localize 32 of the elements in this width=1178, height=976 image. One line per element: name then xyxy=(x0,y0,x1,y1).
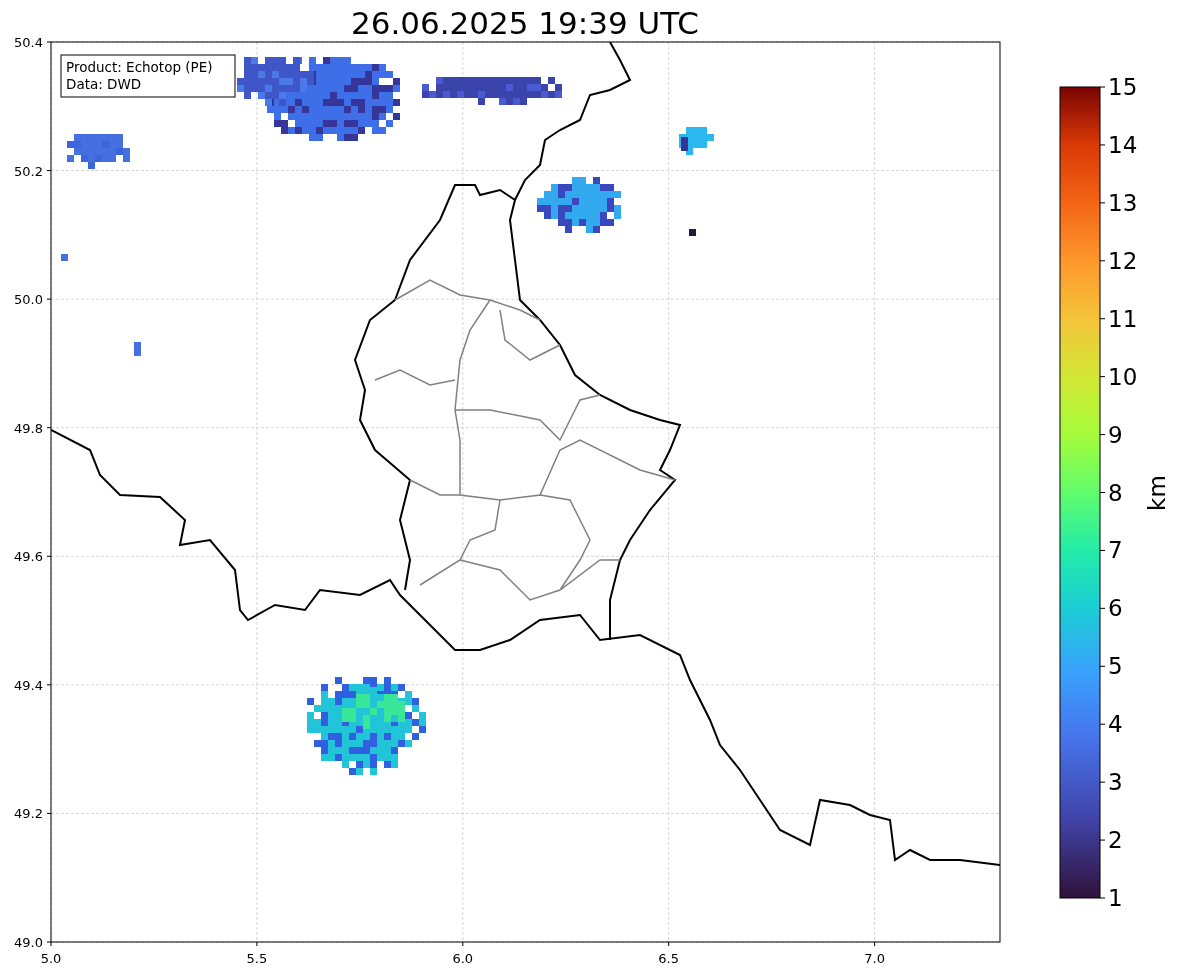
y-tick-label: 49.6 xyxy=(14,549,43,565)
y-tick-label: 49.8 xyxy=(14,420,43,436)
colorbar-tick-label: 8 xyxy=(1108,479,1123,506)
colorbar-tick-label: 9 xyxy=(1108,421,1123,448)
colorbar-tick-label: 6 xyxy=(1108,595,1123,622)
x-tick-label: 7.0 xyxy=(864,951,885,966)
chart-title: 26.06.2025 19:39 UTC xyxy=(351,5,699,41)
y-tick-label: 49.0 xyxy=(14,935,43,950)
x-tick-label: 6.5 xyxy=(658,951,680,966)
colorbar-tick-label: 1 xyxy=(1108,885,1123,911)
colorbar-tick-label: 5 xyxy=(1108,653,1123,680)
colorbar-tick-label: 4 xyxy=(1108,711,1123,738)
colorbar-tick-label: 2 xyxy=(1108,827,1123,854)
y-tick-label: 50.2 xyxy=(14,163,43,179)
info-text: Data: DWD xyxy=(66,76,142,92)
y-tick-label: 50.0 xyxy=(14,292,43,308)
info-text: Product: Echotop (PE) xyxy=(66,59,213,75)
colorbar-tick-label: 15 xyxy=(1108,74,1138,100)
x-tick-label: 6.0 xyxy=(452,951,474,966)
x-tick-label: 5.5 xyxy=(246,951,268,966)
colorbar-tick-label: 3 xyxy=(1108,769,1123,796)
colorbar-tick-label: 14 xyxy=(1108,131,1138,158)
y-tick-label: 49.2 xyxy=(14,806,43,822)
colorbar-tick-label: 12 xyxy=(1108,247,1138,274)
x-tick-label: 5.0 xyxy=(40,951,62,966)
colorbar-label: km xyxy=(1144,475,1170,511)
y-tick-label: 49.4 xyxy=(14,677,43,693)
colorbar-tick-label: 11 xyxy=(1108,305,1138,332)
colorbar-tick-label: 13 xyxy=(1108,189,1138,216)
y-tick-label: 50.4 xyxy=(14,35,43,50)
colorbar-tick-label: 10 xyxy=(1108,363,1138,390)
colorbar-tick-label: 7 xyxy=(1108,537,1123,564)
